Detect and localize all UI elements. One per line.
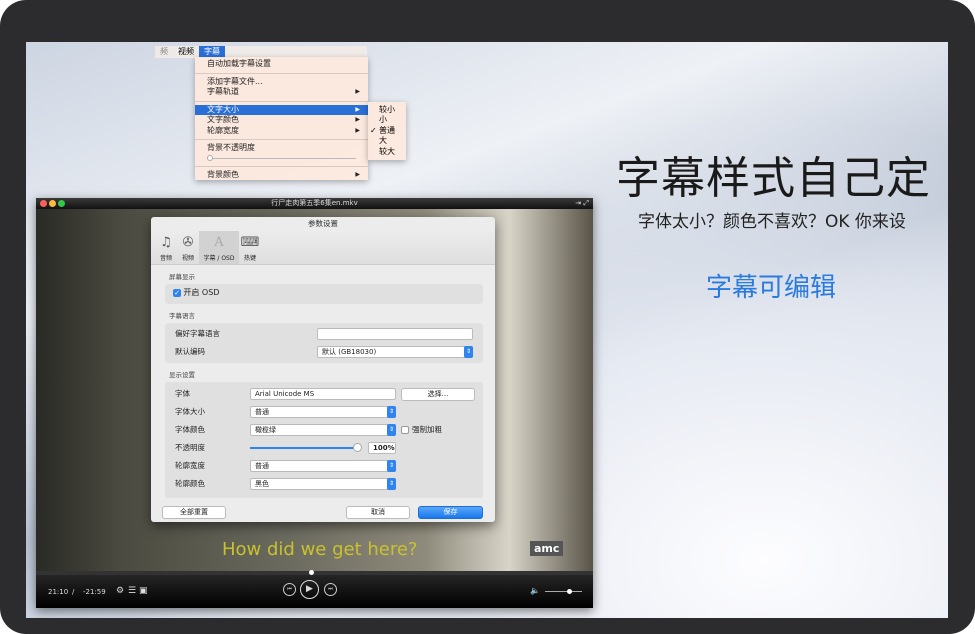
player-titlebar: 行尸走肉第五季6集en.mkv ⇥ ⤢ [36, 198, 593, 209]
time-separator: / [72, 588, 75, 596]
bold-checkbox[interactable] [401, 426, 409, 434]
playlist-icon[interactable]: ☰ [128, 586, 136, 596]
size-option-small[interactable]: 小 [368, 115, 406, 125]
display-section-label: 显示设置 [169, 371, 195, 379]
size-option-smaller[interactable]: 较小 [368, 105, 406, 115]
text-size-submenu: 较小 小 ✓ 普通 大 较大 [368, 102, 406, 160]
reset-all-button[interactable]: 全部重置 [162, 506, 226, 519]
volume-slider[interactable] [545, 589, 582, 594]
pref-lang-label: 偏好字幕语言 [175, 329, 220, 338]
menu-audio[interactable]: 频 [155, 46, 173, 58]
zoom-button[interactable] [58, 200, 65, 207]
keyboard-icon: ⌨ [240, 235, 260, 250]
bg-opacity-slider[interactable] [207, 154, 356, 163]
checkbox-checked-icon: ✓ [173, 289, 181, 297]
osd-checkbox[interactable]: ✓ 开启 OSD [165, 284, 483, 302]
volume-icon[interactable]: 🔈 [530, 586, 540, 595]
choose-font-button[interactable]: 选择... [401, 388, 475, 401]
menu-item-bg-opacity: 背景不透明度 [207, 143, 255, 152]
player-title: 行尸走肉第五季6集en.mkv [271, 199, 358, 207]
tab-video[interactable]: ✇ 视频 [177, 231, 199, 264]
preferences-dialog: 参数设置 ♫ 音频 ✇ 视频 A 字幕 / OSD ⌨ 热键 屏幕显示 ✓ 开启 OSD… [151, 217, 495, 522]
opacity-label: 不透明度 [175, 443, 205, 452]
size-option-larger[interactable]: 较大 [368, 147, 406, 157]
menu-item-auto-load[interactable]: 自动加载字幕设置 [195, 59, 368, 70]
encoding-select[interactable]: 默认 (GB18030) ⇕ [317, 346, 473, 358]
menu-item-outline-width[interactable]: 轮廓宽度 ▶ [195, 126, 368, 137]
stepper-icon: ⇕ [464, 346, 473, 358]
color-label: 字体颜色 [175, 425, 205, 434]
menu-item-text-color[interactable]: 文字颜色 ▶ [195, 115, 368, 126]
player-controls: 21:10 / -21:59 ⚙ ☰ ▣ ⏮ ▶ ⏭ 🔈 [36, 570, 593, 608]
elapsed-time: 21:10 [48, 588, 69, 596]
subtitle-text: How did we get here? [222, 539, 418, 560]
tab-hotkeys[interactable]: ⌨ 热键 [239, 231, 261, 264]
remaining-time: -21:59 [83, 588, 106, 596]
size-option-large[interactable]: 大 [368, 136, 406, 146]
bold-label: 强制加粗 [412, 425, 442, 434]
settings-icon[interactable]: ⚙ [116, 586, 124, 596]
screen: 频 视频 字幕 自动加载字幕设置 添加字幕文件... 字幕轨道 ▶ 文字大小 ▶ 文… [26, 42, 948, 618]
menu-item-text-size[interactable]: 文字大小 ▶ [195, 104, 368, 115]
font-icon: A [214, 235, 224, 250]
hero-tagline: 字幕可编辑 [706, 273, 837, 303]
font-input[interactable]: Arial Unicode MS [250, 388, 396, 400]
outline-width-select[interactable]: 普通 ⇕ [250, 460, 396, 472]
film-reel-icon: ✇ [182, 235, 194, 250]
size-option-normal[interactable]: ✓ 普通 [368, 126, 406, 136]
opacity-slider[interactable] [250, 443, 362, 452]
outline-color-label: 轮廓颜色 [175, 479, 205, 488]
color-select[interactable]: 橄榄绿 ⇕ [250, 424, 396, 436]
save-button[interactable]: 保存 [418, 506, 483, 519]
cancel-button[interactable]: 取消 [346, 506, 410, 519]
menu-item-add-file[interactable]: 添加字幕文件... [195, 77, 368, 88]
tab-audio[interactable]: ♫ 音频 [155, 231, 177, 264]
menu-item-track[interactable]: 字幕轨道 ▶ [195, 87, 368, 98]
progress-thumb[interactable] [308, 570, 314, 575]
opacity-value[interactable]: 100% [368, 442, 396, 454]
outline-color-select[interactable]: 黑色 ⇕ [250, 478, 396, 490]
play-button[interactable]: ▶ [300, 580, 319, 599]
screenshot-icon[interactable]: ▣ [139, 586, 148, 596]
next-button[interactable]: ⏭ [324, 583, 337, 596]
subtitle-menu: 自动加载字幕设置 添加字幕文件... 字幕轨道 ▶ 文字大小 ▶ 文字颜色 ▶ 轮廓宽… [195, 57, 368, 180]
osd-section-label: 屏幕显示 [169, 273, 195, 281]
encoding-label: 默认编码 [175, 347, 205, 356]
channel-logo: amc [530, 541, 564, 556]
check-icon: ✓ [370, 125, 377, 135]
size-label: 字体大小 [175, 407, 205, 416]
menu-item-bg-color[interactable]: 背景颜色 ▶ [195, 170, 368, 181]
progress-bar[interactable] [36, 570, 593, 575]
close-button[interactable] [40, 200, 47, 207]
tab-subtitle-osd[interactable]: A 字幕 / OSD [199, 231, 239, 264]
lang-section-label: 字幕语言 [169, 312, 195, 320]
audio-icon: ♫ [160, 235, 172, 250]
size-select[interactable]: 普通 ⇕ [250, 406, 396, 418]
fullscreen-icon[interactable]: ⇥ ⤢ [575, 198, 589, 209]
previous-button[interactable]: ⏮ [283, 583, 296, 596]
minimize-button[interactable] [49, 200, 56, 207]
font-label: 字体 [175, 389, 190, 398]
outline-width-label: 轮廓宽度 [175, 461, 205, 470]
hero-subtitle: 字体太小？颜色不喜欢？OK 你来设 [638, 212, 906, 232]
pref-lang-input[interactable] [317, 328, 473, 340]
dialog-title: 参数设置 [308, 219, 338, 228]
hero-title: 字幕样式自己定 [616, 153, 931, 204]
